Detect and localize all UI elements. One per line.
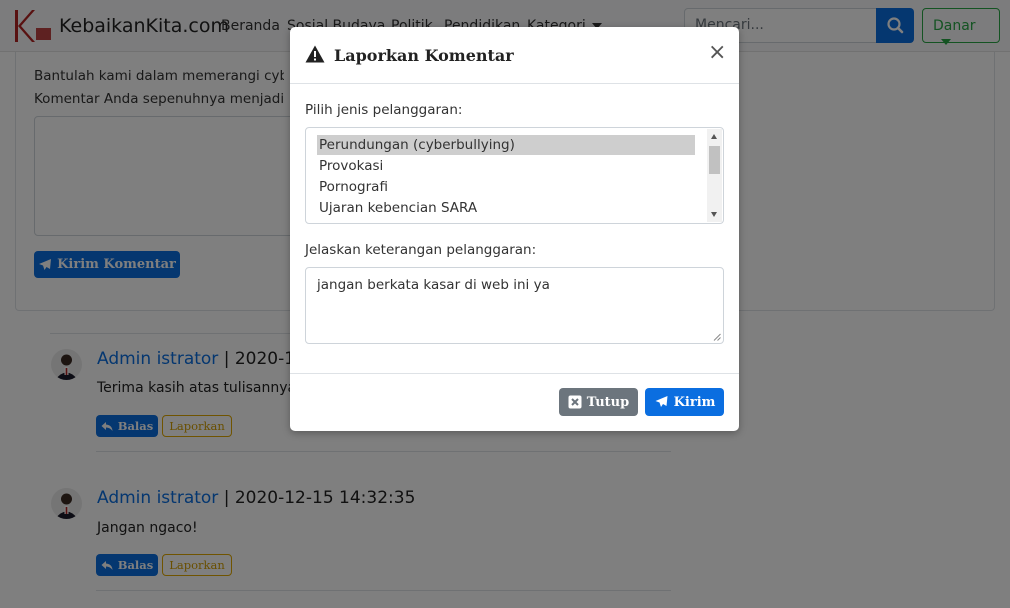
close-modal-label: Tutup bbox=[586, 394, 630, 410]
violation-option[interactable]: Ujaran kebencian SARA bbox=[317, 198, 695, 218]
report-comment-modal: Laporkan Komentar × Pilih jenis pelangga… bbox=[290, 27, 739, 431]
violation-option[interactable]: Pornografi bbox=[317, 177, 695, 197]
scroll-up-icon[interactable] bbox=[711, 134, 717, 139]
modal-header: Laporkan Komentar × bbox=[290, 27, 739, 84]
close-icon[interactable]: × bbox=[708, 42, 726, 64]
scrollbar-thumb[interactable] bbox=[709, 146, 720, 174]
violation-option[interactable]: Perundungan (cyberbullying) bbox=[317, 135, 695, 155]
violation-type-label: Pilih jenis pelanggaran: bbox=[305, 102, 463, 118]
scroll-down-icon[interactable] bbox=[711, 212, 717, 217]
close-square-icon bbox=[568, 395, 582, 409]
description-textarea[interactable]: jangan berkata kasar di web ini ya bbox=[305, 267, 724, 344]
description-label: Jelaskan keterangan pelanggaran: bbox=[305, 242, 537, 258]
submit-report-button[interactable]: Kirim bbox=[645, 388, 724, 416]
warning-icon bbox=[305, 45, 325, 63]
modal-footer-divider bbox=[290, 373, 739, 374]
violation-type-select[interactable]: Perundungan (cyberbullying) Provokasi Po… bbox=[305, 127, 724, 224]
close-modal-button[interactable]: Tutup bbox=[559, 388, 638, 416]
resize-handle-icon[interactable] bbox=[713, 333, 721, 341]
modal-title: Laporkan Komentar bbox=[334, 46, 514, 65]
paper-plane-icon bbox=[655, 396, 668, 407]
submit-report-label: Kirim bbox=[673, 394, 716, 410]
violation-option[interactable]: Provokasi bbox=[317, 156, 695, 176]
listbox-scrollbar[interactable] bbox=[707, 129, 722, 222]
description-value: jangan berkata kasar di web ini ya bbox=[317, 277, 550, 293]
